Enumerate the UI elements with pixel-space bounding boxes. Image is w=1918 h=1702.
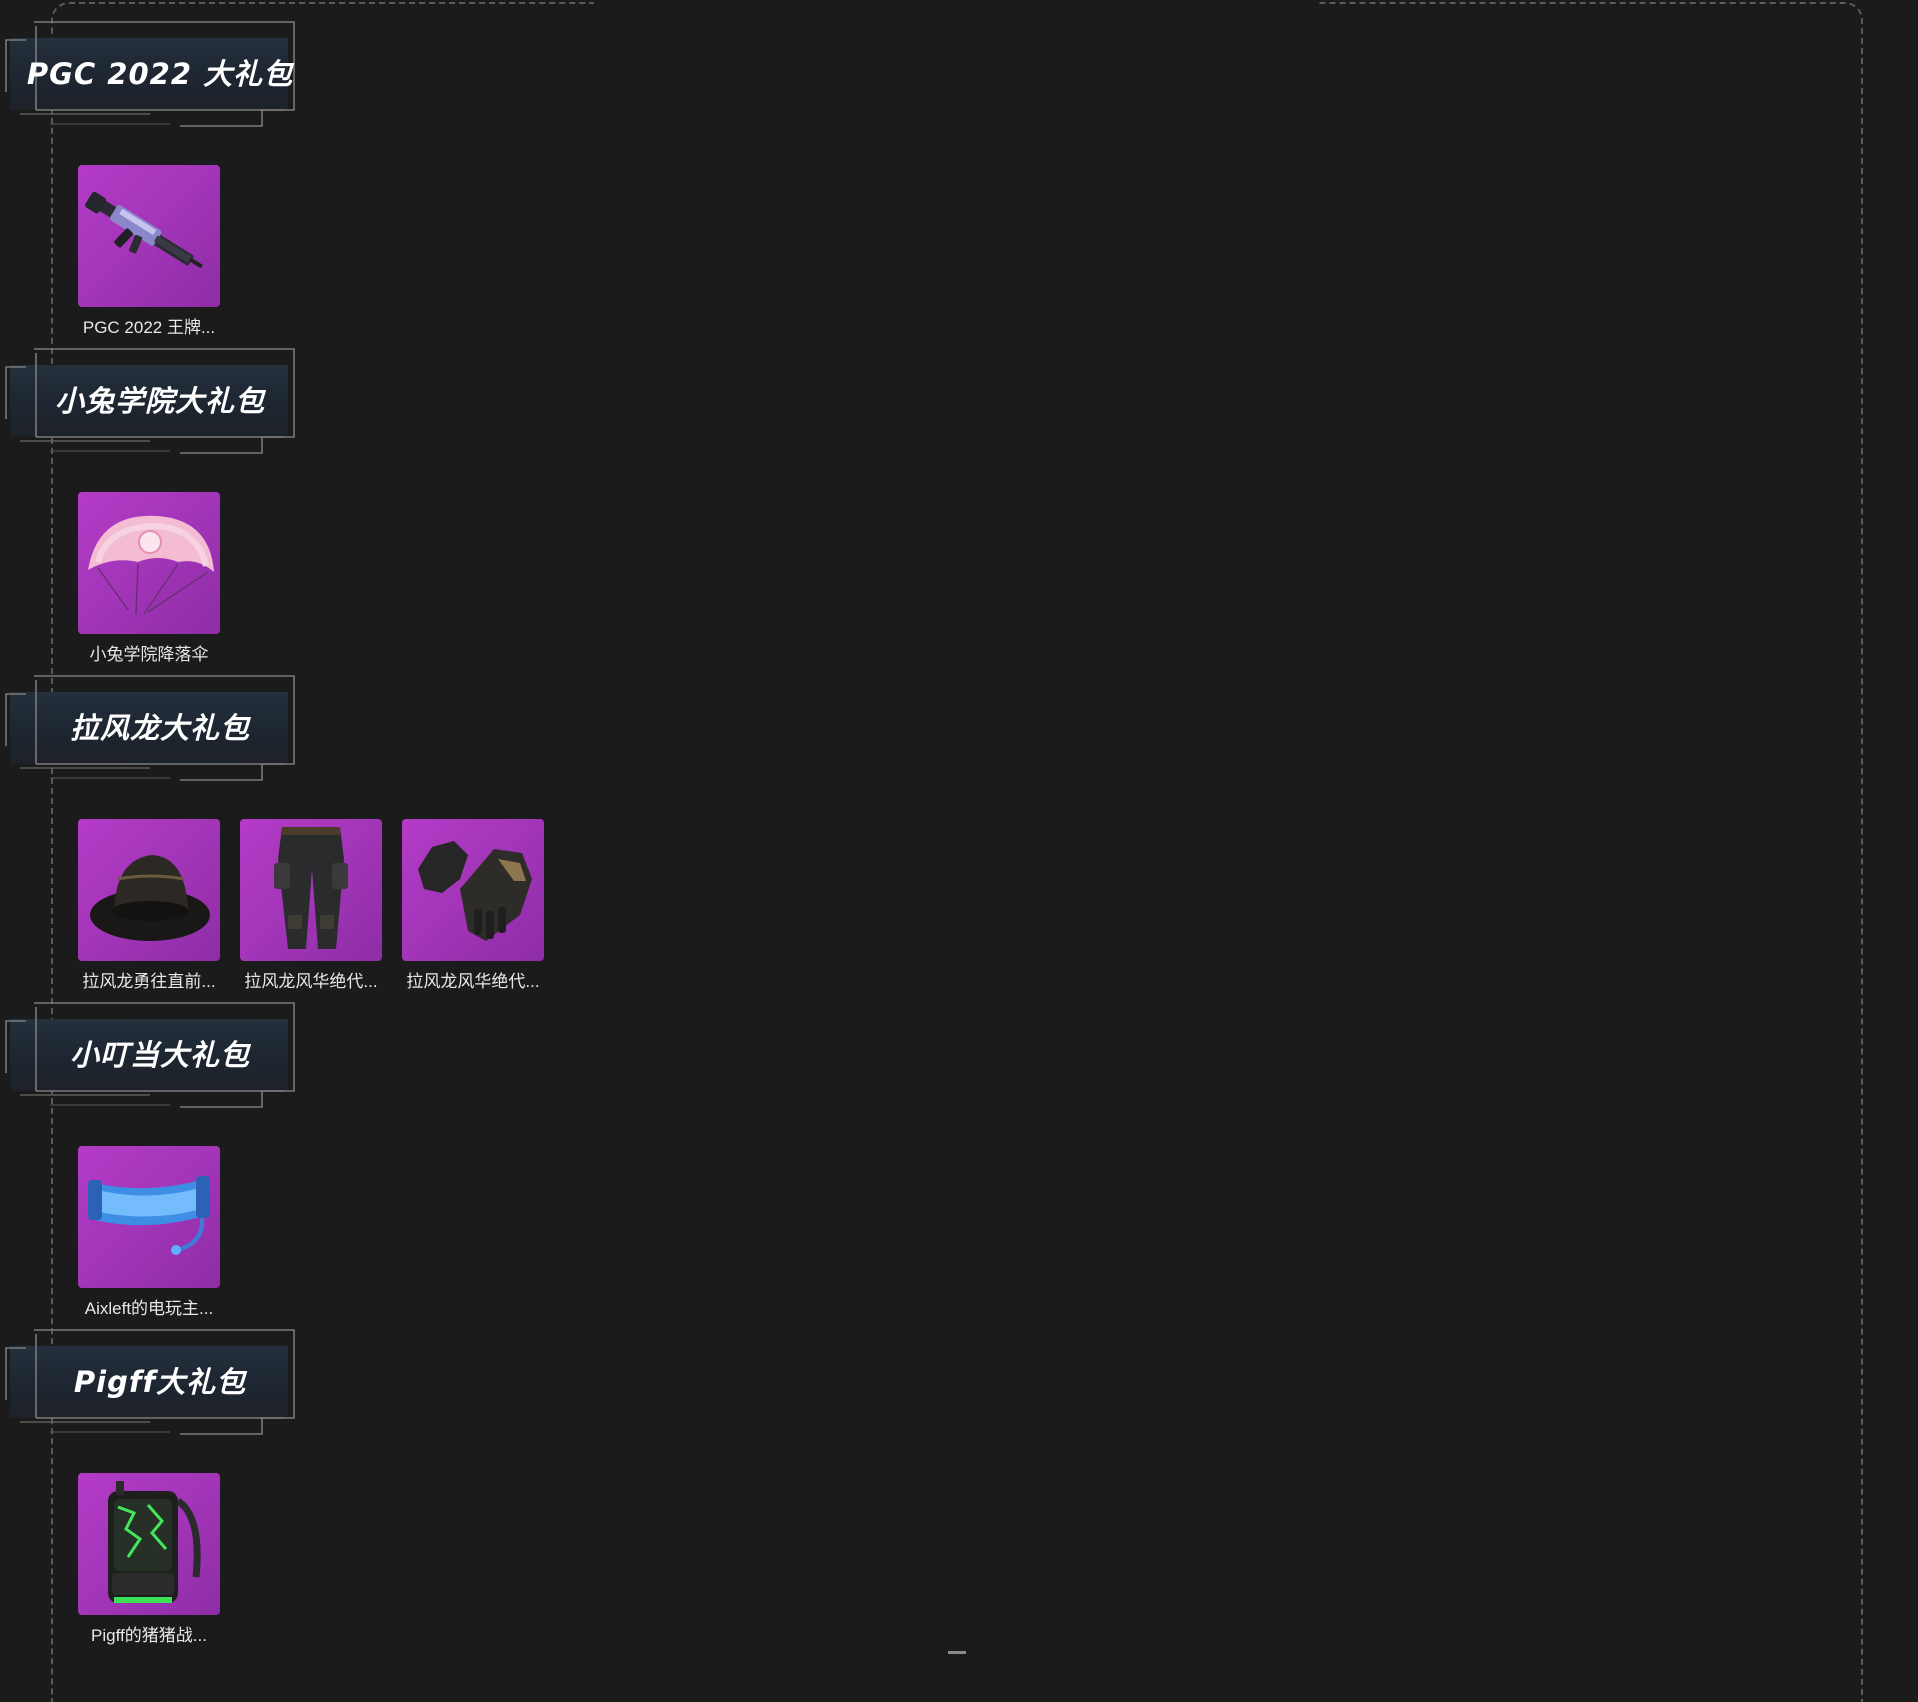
item-label: 拉风龙风华绝代... bbox=[244, 972, 378, 991]
gift-item[interactable]: 拉风龙风华绝代... bbox=[402, 819, 544, 992]
rifle-icon bbox=[78, 165, 220, 307]
section-title: PGC 2022 大礼包 bbox=[26, 57, 294, 91]
gloves-icon bbox=[402, 819, 544, 961]
parachute-icon bbox=[78, 492, 220, 634]
section-header: 拉风龙大礼包 bbox=[0, 672, 300, 782]
item-label: 拉风龙风华绝代... bbox=[406, 972, 540, 991]
item-label: 拉风龙勇往直前... bbox=[82, 972, 216, 991]
gift-item[interactable]: Aixleft的电玩主... bbox=[78, 1146, 220, 1319]
section-header: 小兔学院大礼包 bbox=[0, 345, 300, 455]
section-header: PGC 2022 大礼包 bbox=[0, 18, 300, 128]
section-title: Pigff大礼包 bbox=[73, 1365, 247, 1399]
item-label: Pigff的猪猪战... bbox=[91, 1626, 207, 1645]
gift-item[interactable]: 拉风龙风华绝代... bbox=[240, 819, 382, 992]
section-title: 拉风龙大礼包 bbox=[69, 711, 250, 745]
gift-item[interactable]: 拉风龙勇往直前... bbox=[78, 819, 220, 992]
section-header: Pigff大礼包 bbox=[0, 1326, 300, 1436]
item-label: PGC 2022 王牌... bbox=[82, 318, 216, 337]
bottom-indicator bbox=[948, 1651, 966, 1654]
bucket-hat-icon bbox=[78, 819, 220, 961]
gift-item[interactable]: Pigff的猪猪战... bbox=[78, 1473, 220, 1646]
backpack-icon bbox=[78, 1473, 220, 1615]
item-label: Aixleft的电玩主... bbox=[84, 1299, 214, 1318]
section-title: 小叮当大礼包 bbox=[69, 1038, 250, 1072]
section-title: 小兔学院大礼包 bbox=[54, 384, 265, 418]
visor-headset-icon bbox=[78, 1146, 220, 1288]
item-label: 小兔学院降落伞 bbox=[89, 645, 209, 664]
section-header: 小叮当大礼包 bbox=[0, 999, 300, 1109]
frame-gap bbox=[594, 0, 1316, 8]
pants-icon bbox=[240, 819, 382, 961]
gift-item[interactable]: 小兔学院降落伞 bbox=[78, 492, 220, 665]
gift-item[interactable]: PGC 2022 王牌... bbox=[78, 165, 220, 338]
